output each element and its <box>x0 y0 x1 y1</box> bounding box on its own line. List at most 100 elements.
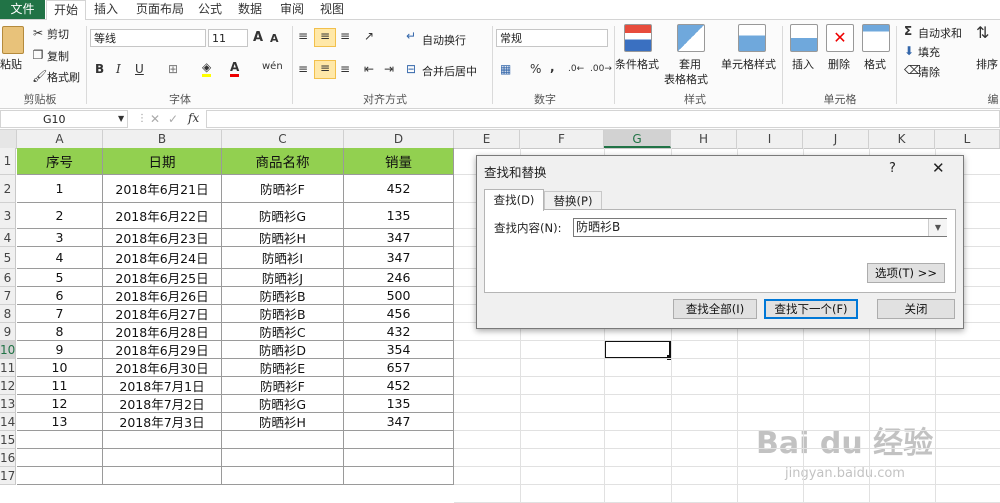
cell-styles-icon[interactable] <box>738 24 766 52</box>
copy-button[interactable]: 复制 <box>47 48 69 64</box>
font-color-icon[interactable]: A <box>230 60 240 77</box>
table-cell[interactable]: 防晒衫H <box>222 413 344 431</box>
column-header-b[interactable]: B <box>103 130 222 148</box>
merge-center-button[interactable]: 合并后居中 <box>422 63 477 79</box>
paste-icon[interactable] <box>2 26 24 54</box>
align-right-icon[interactable]: ≡ <box>340 62 350 76</box>
delete-cells-button[interactable]: 删除 <box>828 56 850 72</box>
table-cell[interactable]: 347 <box>344 413 454 431</box>
table-cell[interactable]: 2018年6月24日 <box>103 247 222 269</box>
conditional-format-button[interactable]: 条件格式 <box>615 56 659 72</box>
sort-filter-icon[interactable]: ⇅ <box>976 25 989 41</box>
bold-button[interactable]: B <box>95 62 104 76</box>
decrease-decimal-icon[interactable]: .00→ <box>590 62 612 76</box>
active-cell-g10[interactable] <box>604 340 671 359</box>
autosum-icon[interactable]: Σ <box>904 24 912 38</box>
row-header-11[interactable]: 11 <box>0 359 16 377</box>
row-header-14[interactable]: 14 <box>0 413 16 431</box>
table-cell[interactable]: 2018年7月1日 <box>103 377 222 395</box>
phonetic-icon[interactable]: wén <box>262 60 283 74</box>
cancel-icon[interactable]: ✕ <box>150 112 160 126</box>
column-header-a[interactable]: A <box>17 130 103 148</box>
row-header-17[interactable]: 17 <box>0 467 16 485</box>
tab-replace[interactable]: 替换(P) <box>544 191 602 210</box>
cell-styles-button[interactable]: 单元格样式 <box>721 56 776 72</box>
tab-file[interactable]: 文件 <box>0 0 45 19</box>
fill-color-icon[interactable]: ◈ <box>202 60 212 77</box>
table-cell[interactable]: 2018年6月25日 <box>103 269 222 287</box>
table-cell[interactable]: 3 <box>17 229 103 247</box>
table-cell[interactable]: 456 <box>344 305 454 323</box>
tab-home[interactable]: 开始 <box>46 0 86 21</box>
empty-cell[interactable] <box>222 449 344 467</box>
format-painter-button[interactable]: 格式刷 <box>47 69 80 85</box>
table-cell[interactable]: 11 <box>17 377 103 395</box>
column-header-j[interactable]: J <box>803 130 869 148</box>
align-center-icon[interactable]: ≡ <box>314 60 336 79</box>
options-button[interactable]: 选项(T) >> <box>867 263 945 283</box>
row-header-6[interactable]: 6 <box>0 269 16 287</box>
format-as-table-button-line2[interactable]: 表格格式 <box>664 71 708 87</box>
row-header-3[interactable]: 3 <box>0 203 16 229</box>
empty-cell[interactable] <box>103 431 222 449</box>
select-all-corner[interactable] <box>0 130 17 148</box>
empty-cell[interactable] <box>17 449 103 467</box>
delete-cells-icon[interactable]: ✕ <box>826 24 854 52</box>
table-cell[interactable]: 1 <box>17 175 103 203</box>
wrap-text-button[interactable]: 自动换行 <box>422 32 466 48</box>
table-header-cell[interactable]: 商品名称 <box>222 148 344 175</box>
table-cell[interactable]: 9 <box>17 341 103 359</box>
tab-formulas[interactable]: 公式 <box>194 0 226 19</box>
table-cell[interactable]: 500 <box>344 287 454 305</box>
name-box[interactable]: G10 <box>0 110 128 128</box>
table-cell[interactable]: 135 <box>344 395 454 413</box>
tab-page-layout[interactable]: 页面布局 <box>132 0 188 19</box>
table-cell[interactable]: 2018年7月3日 <box>103 413 222 431</box>
column-header-k[interactable]: K <box>869 130 935 148</box>
row-header-2[interactable]: 2 <box>0 175 16 203</box>
comma-button[interactable]: , <box>550 60 555 74</box>
find-history-dropdown-icon[interactable]: ▼ <box>928 219 947 236</box>
table-cell[interactable]: 6 <box>17 287 103 305</box>
orientation-icon[interactable]: ↗ <box>364 29 374 43</box>
find-next-button[interactable]: 查找下一个(F) <box>764 299 858 319</box>
table-cell[interactable]: 2018年6月22日 <box>103 203 222 229</box>
format-cells-icon[interactable] <box>862 24 890 52</box>
insert-cells-button[interactable]: 插入 <box>792 56 814 72</box>
table-header-cell[interactable]: 销量 <box>344 148 454 175</box>
insert-cells-icon[interactable] <box>790 24 818 52</box>
align-middle-icon[interactable]: ≡ <box>314 28 336 47</box>
table-cell[interactable]: 10 <box>17 359 103 377</box>
empty-cell[interactable] <box>17 431 103 449</box>
empty-cell[interactable] <box>344 431 454 449</box>
insert-function-icon[interactable]: fx <box>188 111 199 125</box>
table-cell[interactable]: 2018年6月27日 <box>103 305 222 323</box>
align-top-icon[interactable]: ≡ <box>298 29 308 43</box>
table-cell[interactable]: 防晒衫J <box>222 269 344 287</box>
table-cell[interactable]: 2018年6月23日 <box>103 229 222 247</box>
table-cell[interactable]: 12 <box>17 395 103 413</box>
tab-find[interactable]: 查找(D) <box>484 189 544 211</box>
row-header-1[interactable]: 1 <box>0 148 16 175</box>
table-cell[interactable]: 452 <box>344 175 454 203</box>
enter-icon[interactable]: ✓ <box>168 112 178 126</box>
scissors-icon[interactable]: ✂ <box>32 26 44 40</box>
table-cell[interactable]: 13 <box>17 413 103 431</box>
table-cell[interactable]: 246 <box>344 269 454 287</box>
row-header-5[interactable]: 5 <box>0 247 16 269</box>
column-header-l[interactable]: L <box>935 130 1000 148</box>
wrap-text-icon[interactable]: ↵ <box>406 29 416 43</box>
table-cell[interactable]: 2018年6月29日 <box>103 341 222 359</box>
empty-cell[interactable] <box>103 449 222 467</box>
table-cell[interactable]: 防晒衫E <box>222 359 344 377</box>
table-cell[interactable]: 防晒衫D <box>222 341 344 359</box>
table-header-cell[interactable]: 日期 <box>103 148 222 175</box>
format-as-table-icon[interactable] <box>677 24 705 52</box>
table-cell[interactable]: 8 <box>17 323 103 341</box>
decrease-indent-icon[interactable]: ⇤ <box>364 62 374 76</box>
close-button[interactable]: 关闭 <box>877 299 955 319</box>
table-cell[interactable]: 防晒衫F <box>222 175 344 203</box>
row-header-13[interactable]: 13 <box>0 395 16 413</box>
accounting-icon[interactable]: ▦ <box>500 62 511 76</box>
cut-button[interactable]: 剪切 <box>47 26 69 42</box>
